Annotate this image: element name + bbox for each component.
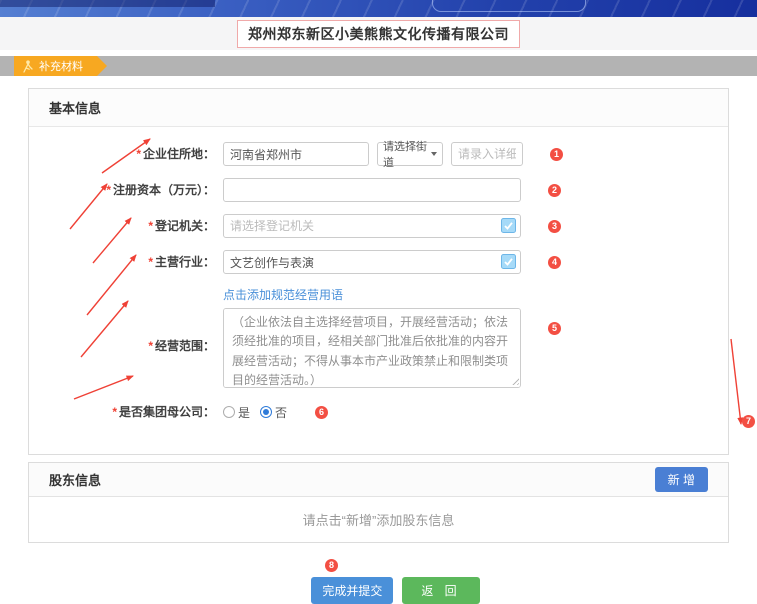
industry-row: *主营行业： 4	[29, 250, 728, 274]
industry-input[interactable]	[223, 250, 521, 274]
submit-button[interactable]: 完成并提交	[311, 577, 393, 604]
required-mark: *	[148, 219, 153, 233]
annotation-badge-7: 7	[742, 415, 755, 428]
industry-field	[223, 250, 521, 274]
radio-no-label[interactable]: 否	[275, 404, 287, 421]
required-mark: *	[148, 339, 153, 353]
group-parent-label: *是否集团母公司：	[29, 400, 215, 424]
scope-label: *经营范围：	[29, 334, 215, 358]
company-title-bar: 郑州郑东新区小美熊熊文化传播有限公司	[0, 17, 757, 50]
scope-field: （企业依法自主选择经营项目，开展经营活动；依法须经批准的项目，经相关部门批准后依…	[223, 308, 521, 388]
annotation-badge-2: 2	[548, 184, 561, 197]
required-mark: *	[136, 147, 141, 161]
scope-link-row: 点击添加规范经营用语	[223, 286, 728, 304]
radio-no[interactable]	[260, 406, 272, 418]
basic-info-title: 基本信息	[29, 89, 728, 127]
tab-supplementary-materials[interactable]: 补充材料	[14, 56, 107, 76]
top-banner	[0, 0, 757, 17]
annotation-badge-3: 3	[548, 220, 561, 233]
basic-info-card: 基本信息 *企业住所地： 请选择街道 1 *注册资本（万元）： 2 *登记机关：	[28, 88, 729, 455]
scope-row: *经营范围： （企业依法自主选择经营项目，开展经营活动；依法须经批准的项目，经相…	[29, 308, 728, 388]
shareholder-header: 股东信息 新 增	[29, 463, 728, 497]
add-shareholder-button[interactable]: 新 增	[655, 467, 708, 492]
footer-button-row: 完成并提交 返 回	[311, 577, 479, 604]
shareholder-card: 股东信息 新 增 请点击“新增”添加股东信息	[28, 462, 729, 543]
capital-row: *注册资本（万元）： 2	[29, 178, 728, 202]
banner-decoration-dark	[0, 0, 215, 7]
basic-info-form: *企业住所地： 请选择街道 1 *注册资本（万元）： 2 *登记机关：	[29, 127, 728, 454]
address-detail-input[interactable]	[451, 142, 523, 166]
chevron-down-icon	[431, 152, 437, 156]
address-label: *企业住所地：	[29, 142, 215, 166]
annotation-badge-5: 5	[548, 322, 561, 335]
breadcrumb-bar: 补充材料	[0, 56, 757, 76]
registry-label: *登记机关：	[29, 214, 215, 238]
industry-picker-icon[interactable]	[501, 254, 516, 269]
required-mark: *	[106, 183, 111, 197]
required-mark: *	[112, 405, 117, 419]
address-row: *企业住所地： 请选择街道 1	[29, 142, 728, 166]
shareholder-title: 股东信息	[49, 470, 101, 489]
registry-picker-icon[interactable]	[501, 218, 516, 233]
street-select-value: 请选择街道	[383, 138, 431, 170]
add-standard-terms-link[interactable]: 点击添加规范经营用语	[223, 288, 343, 302]
registry-row: *登记机关： 3	[29, 214, 728, 238]
tab-label: 补充材料	[39, 58, 83, 74]
radio-yes[interactable]	[223, 406, 235, 418]
footer-actions: 8 完成并提交 返 回	[0, 559, 757, 604]
person-icon	[22, 60, 33, 73]
address-city-input[interactable]	[223, 142, 369, 166]
annotation-badge-4: 4	[548, 256, 561, 269]
scope-textarea[interactable]: （企业依法自主选择经营项目，开展经营活动；依法须经批准的项目，经相关部门批准后依…	[223, 308, 521, 388]
group-parent-row: *是否集团母公司： 是 否 6	[29, 400, 728, 424]
shareholder-empty-hint: 请点击“新增”添加股东信息	[29, 497, 728, 542]
registry-input[interactable]	[223, 214, 521, 238]
company-name: 郑州郑东新区小美熊熊文化传播有限公司	[237, 20, 520, 48]
back-button[interactable]: 返 回	[402, 577, 479, 604]
registry-field	[223, 214, 521, 238]
banner-decoration-outline	[432, 0, 586, 12]
capital-input[interactable]	[223, 178, 521, 202]
street-select[interactable]: 请选择街道	[377, 142, 443, 166]
required-mark: *	[148, 255, 153, 269]
annotation-badge-6: 6	[315, 406, 328, 419]
radio-yes-label[interactable]: 是	[238, 404, 250, 421]
annotation-badge-1: 1	[550, 148, 563, 161]
industry-label: *主营行业：	[29, 250, 215, 274]
annotation-badge-8: 8	[325, 559, 338, 572]
capital-label: *注册资本（万元）：	[29, 178, 215, 202]
